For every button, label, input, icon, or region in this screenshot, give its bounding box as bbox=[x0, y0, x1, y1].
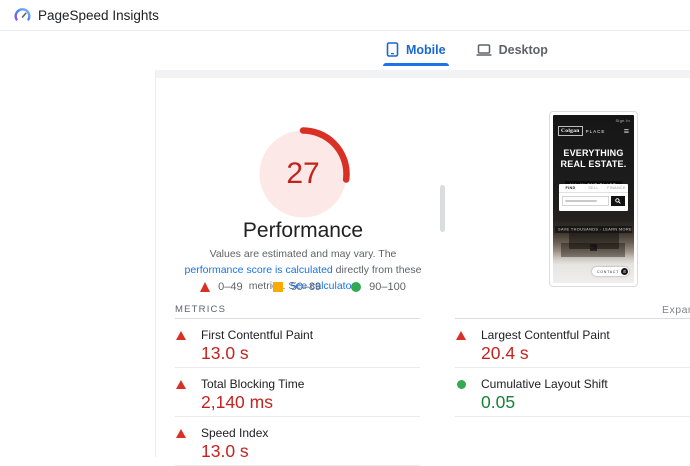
poor-triangle-icon bbox=[200, 282, 211, 292]
poor-triangle-icon bbox=[176, 429, 186, 438]
legend-good: 90–100 bbox=[351, 281, 406, 293]
performance-score: 27 bbox=[286, 157, 320, 190]
score-legend: 0–49 50–89 90–100 bbox=[163, 281, 443, 293]
legend-average: 50–89 bbox=[272, 281, 322, 293]
metric-value: 0.05 bbox=[481, 392, 516, 412]
average-square-icon bbox=[272, 282, 283, 292]
tab-desktop-label: Desktop bbox=[498, 42, 548, 57]
tab-mobile-label: Mobile bbox=[406, 42, 446, 57]
metrics-right-column: Largest Contentful Paint 20.4 s Cumulati… bbox=[455, 318, 690, 417]
metrics-left-column: First Contentful Paint 13.0 s Total Bloc… bbox=[175, 318, 420, 466]
magnifier-icon bbox=[615, 198, 621, 204]
tab-mobile[interactable]: Mobile bbox=[383, 38, 449, 66]
shot-search-input-row bbox=[562, 196, 625, 206]
shot-placeholder-line bbox=[565, 200, 597, 202]
desc-text: Values are estimated and may vary. The bbox=[209, 248, 397, 260]
mobile-phone-icon bbox=[386, 42, 399, 57]
final-screenshot-thumbnail[interactable]: Sign In Colgan PLACE ≡ EVERYTHING REAL E… bbox=[549, 111, 638, 287]
shot-headline: EVERYTHING REAL ESTATE. bbox=[560, 148, 627, 169]
shot-logo-row: Colgan PLACE ≡ bbox=[558, 126, 629, 136]
panel-scrollbar[interactable] bbox=[440, 185, 445, 232]
desktop-laptop-icon bbox=[476, 43, 492, 56]
metric-largest-contentful-paint: Largest Contentful Paint 20.4 s bbox=[455, 319, 690, 368]
good-circle-icon bbox=[351, 282, 362, 292]
metric-speed-index: Speed Index 13.0 s bbox=[175, 417, 420, 466]
poor-triangle-icon bbox=[456, 331, 466, 340]
tab-desktop[interactable]: Desktop bbox=[473, 38, 551, 66]
metric-value: 13.0 s bbox=[201, 441, 249, 461]
metric-value: 13.0 s bbox=[201, 343, 249, 363]
panel-top-band bbox=[156, 70, 690, 78]
shot-search-input bbox=[562, 196, 609, 206]
shot-contact-button: CONTACT ✆ bbox=[591, 267, 629, 276]
performance-score-link[interactable]: performance score is calculated bbox=[185, 264, 333, 276]
panel-left-divider bbox=[155, 70, 156, 457]
page-title: PageSpeed Insights bbox=[38, 8, 159, 23]
metric-total-blocking-time: Total Blocking Time 2,140 ms bbox=[175, 368, 420, 417]
device-tabs: Mobile Desktop bbox=[383, 38, 551, 66]
poor-triangle-icon bbox=[176, 331, 186, 340]
pagespeed-logo-icon[interactable] bbox=[13, 6, 32, 25]
expand-view-button[interactable]: Expand view bbox=[662, 304, 690, 316]
shot-search-card: FIND SELL FINANCE bbox=[559, 184, 628, 211]
screenshot-image: Sign In Colgan PLACE ≡ EVERYTHING REAL E… bbox=[553, 115, 634, 283]
good-circle-icon bbox=[456, 380, 466, 389]
legend-poor: 0–49 bbox=[200, 281, 243, 293]
shot-contact-phone-icon: ✆ bbox=[621, 268, 628, 275]
metric-cumulative-layout-shift: Cumulative Layout Shift 0.05 bbox=[455, 368, 690, 417]
performance-gauge: 27 bbox=[256, 127, 350, 221]
legend-average-range: 50–89 bbox=[290, 281, 322, 293]
metric-value: 2,140 ms bbox=[201, 392, 273, 412]
metrics-section-label: METRICS bbox=[175, 304, 227, 315]
metric-value: 20.4 s bbox=[481, 343, 529, 363]
shot-signin-text: Sign In bbox=[615, 118, 630, 123]
metric-first-contentful-paint: First Contentful Paint 13.0 s bbox=[175, 319, 420, 368]
shot-search-button bbox=[611, 196, 625, 206]
legend-good-range: 90–100 bbox=[369, 281, 406, 293]
hamburger-menu-icon: ≡ bbox=[623, 126, 629, 136]
performance-title: Performance bbox=[242, 219, 364, 242]
poor-triangle-icon bbox=[176, 380, 186, 389]
shot-logo-sub: PLACE bbox=[585, 128, 606, 134]
legend-poor-range: 0–49 bbox=[218, 281, 243, 293]
shot-photo-shape bbox=[561, 243, 625, 257]
shot-search-tabs: FIND SELL FINANCE bbox=[559, 184, 628, 193]
app-header: PageSpeed Insights bbox=[0, 0, 690, 31]
shot-logo: Colgan bbox=[558, 126, 583, 136]
